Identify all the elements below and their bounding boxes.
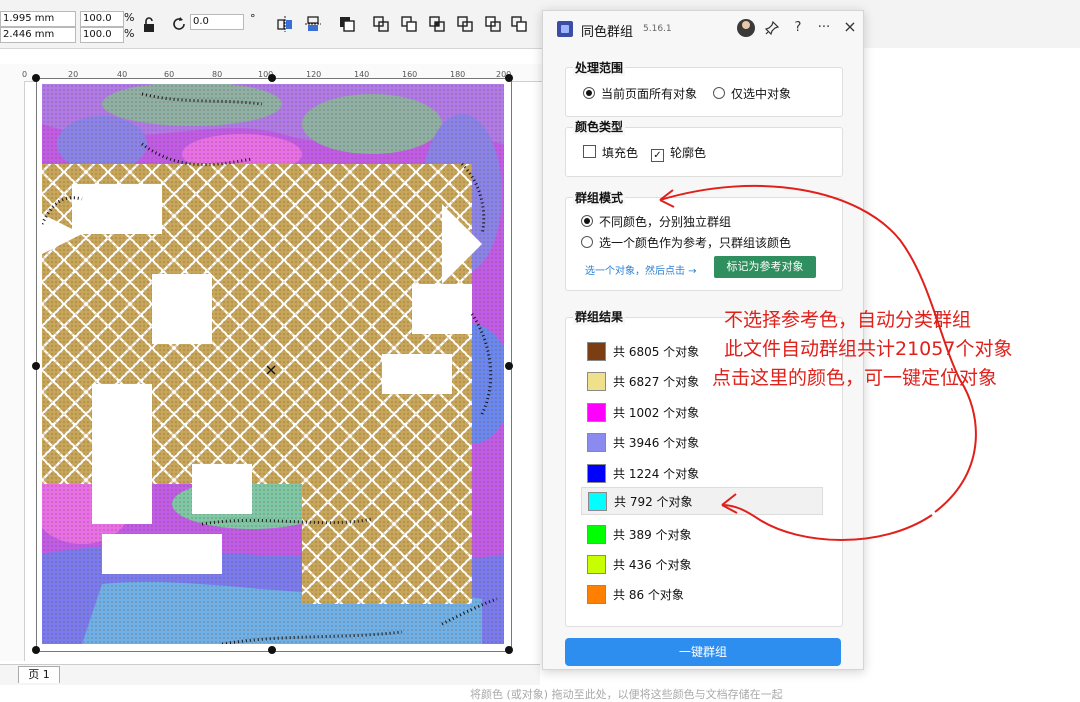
- weld-icon[interactable]: [372, 15, 390, 33]
- annotation-text: 不选择参考色，自动分类群组 此文件自动群组共计21057个对象 点击这里的颜色，…: [712, 306, 1012, 393]
- dialog-title: 同色群组: [581, 25, 634, 40]
- selection-handle[interactable]: [505, 362, 513, 370]
- intersect-icon[interactable]: [428, 15, 446, 33]
- lock-ratio-icon[interactable]: [140, 16, 158, 34]
- mirror-horizontal-icon[interactable]: [276, 15, 294, 33]
- result-count: 共 1002 个对象: [613, 406, 700, 420]
- result-count: 共 6827 个对象: [613, 375, 700, 389]
- outline-checkbox[interactable]: ✓ 轮廓色: [651, 144, 706, 162]
- checkmark-icon: ✓: [651, 149, 664, 162]
- scale-x-field[interactable]: 100.0: [80, 11, 124, 27]
- order-icon[interactable]: [338, 15, 356, 33]
- color-swatch[interactable]: [587, 585, 606, 604]
- pin-icon[interactable]: [763, 20, 781, 39]
- result-count: 共 6805 个对象: [613, 345, 700, 359]
- scale-y-field[interactable]: 100.0: [80, 27, 124, 43]
- page-navigator: [0, 664, 540, 685]
- color-swatch[interactable]: [587, 525, 606, 544]
- selection-handle[interactable]: [32, 74, 40, 82]
- color-swatch[interactable]: [587, 372, 606, 391]
- version-label: 5.16.1: [643, 24, 672, 34]
- annotation-line: 不选择参考色，自动分类群组: [724, 309, 972, 331]
- user-avatar[interactable]: [737, 19, 755, 37]
- result-row[interactable]: 共 1002 个对象: [583, 399, 821, 425]
- selection-handle[interactable]: [268, 646, 276, 654]
- color-swatch[interactable]: [587, 464, 606, 483]
- selection-handle[interactable]: [505, 74, 513, 82]
- annotation-line: 此文件自动群组共计21057个对象: [724, 338, 1013, 360]
- radio-icon: [581, 236, 593, 248]
- color-swatch[interactable]: [587, 403, 606, 422]
- selection-handle[interactable]: [505, 646, 513, 654]
- mark-reference-button[interactable]: 标记为参考对象: [714, 256, 816, 278]
- percent-label: %: [124, 27, 135, 40]
- degree-label: °: [250, 12, 256, 25]
- color-swatch[interactable]: [587, 433, 606, 452]
- result-count: 共 389 个对象: [613, 528, 692, 542]
- scope-option-label: 当前页面所有对象: [601, 87, 698, 101]
- color-swatch[interactable]: [587, 555, 606, 574]
- group-mode-label: 群组模式: [573, 189, 626, 206]
- app-logo-icon: [557, 21, 573, 37]
- result-count: 共 436 个对象: [613, 558, 692, 572]
- x-position-field[interactable]: 1.995 mm: [0, 11, 76, 27]
- fill-checkbox[interactable]: 填充色: [583, 144, 638, 161]
- result-count: 共 86 个对象: [613, 588, 684, 602]
- selection-handle[interactable]: [32, 646, 40, 654]
- mode-option-label: 选一个颜色作为参考，只群组该颜色: [599, 236, 792, 250]
- more-button[interactable]: ···: [815, 20, 833, 35]
- result-row[interactable]: 共 3946 个对象: [583, 429, 821, 455]
- radio-icon: [713, 87, 725, 99]
- simplify-icon[interactable]: [456, 15, 474, 33]
- rotate-icon: [170, 15, 188, 33]
- one-click-group-button[interactable]: 一键群组: [565, 638, 841, 666]
- result-count: 共 3946 个对象: [613, 436, 700, 450]
- checkbox-icon: [583, 145, 596, 158]
- selection-center-mark: [266, 360, 276, 375]
- result-count: 共 792 个对象: [614, 495, 693, 509]
- scope-option-selected[interactable]: 仅选中对象: [713, 85, 791, 102]
- scope-option-label: 仅选中对象: [731, 87, 792, 101]
- outline-label: 轮廓色: [670, 146, 707, 160]
- color-swatch[interactable]: [587, 342, 606, 361]
- selection-handle[interactable]: [268, 74, 276, 82]
- result-row-highlighted[interactable]: 共 792 个对象: [581, 487, 823, 515]
- trim-icon[interactable]: [400, 15, 418, 33]
- page-tab[interactable]: 页 1: [18, 666, 60, 683]
- result-row[interactable]: 共 1224 个对象: [583, 460, 821, 486]
- reference-hint: 选一个对象，然后点击 →: [585, 266, 697, 277]
- scope-option-all[interactable]: 当前页面所有对象: [583, 85, 697, 102]
- result-row[interactable]: 共 436 个对象: [583, 551, 821, 577]
- result-count: 共 1224 个对象: [613, 467, 700, 481]
- color-drop-hint: 将颜色 (或对象) 拖动至此处，以便将这些颜色与文档存储在一起: [470, 688, 783, 701]
- mode-option-distinct[interactable]: 不同颜色，分别独立群组: [581, 213, 731, 230]
- dialog-titlebar[interactable]: 同色群组 5.16.1 ? ··· ×: [543, 11, 863, 47]
- radio-icon: [583, 87, 595, 99]
- rotation-field[interactable]: 0.0: [190, 14, 244, 30]
- color-type-label: 颜色类型: [573, 118, 626, 135]
- result-row[interactable]: 共 86 个对象: [583, 581, 821, 607]
- fill-label: 填充色: [602, 146, 639, 160]
- mode-option-reference[interactable]: 选一个颜色作为参考，只群组该颜色: [581, 234, 791, 251]
- percent-label: %: [124, 11, 135, 24]
- scope-label: 处理范围: [573, 59, 626, 76]
- results-label: 群组结果: [573, 308, 626, 325]
- result-row[interactable]: 共 389 个对象: [583, 521, 821, 547]
- vertical-ruler: [0, 81, 25, 661]
- mode-option-label: 不同颜色，分别独立群组: [599, 215, 732, 229]
- ruler-tick: 0: [22, 70, 28, 79]
- selection-handle[interactable]: [32, 362, 40, 370]
- help-button[interactable]: ?: [789, 20, 807, 35]
- mirror-vertical-icon[interactable]: [304, 15, 322, 33]
- y-position-field[interactable]: 2.446 mm: [0, 27, 76, 43]
- color-swatch[interactable]: [588, 492, 607, 511]
- close-button[interactable]: ×: [841, 17, 859, 36]
- radio-icon: [581, 215, 593, 227]
- back-minus-front-icon[interactable]: [510, 15, 528, 33]
- property-bar: 1.995 mm 2.446 mm 100.0 100.0 % % 0.0 °: [0, 0, 1080, 49]
- annotation-line: 点击这里的颜色，可一键定位对象: [712, 367, 998, 389]
- front-minus-back-icon[interactable]: [484, 15, 502, 33]
